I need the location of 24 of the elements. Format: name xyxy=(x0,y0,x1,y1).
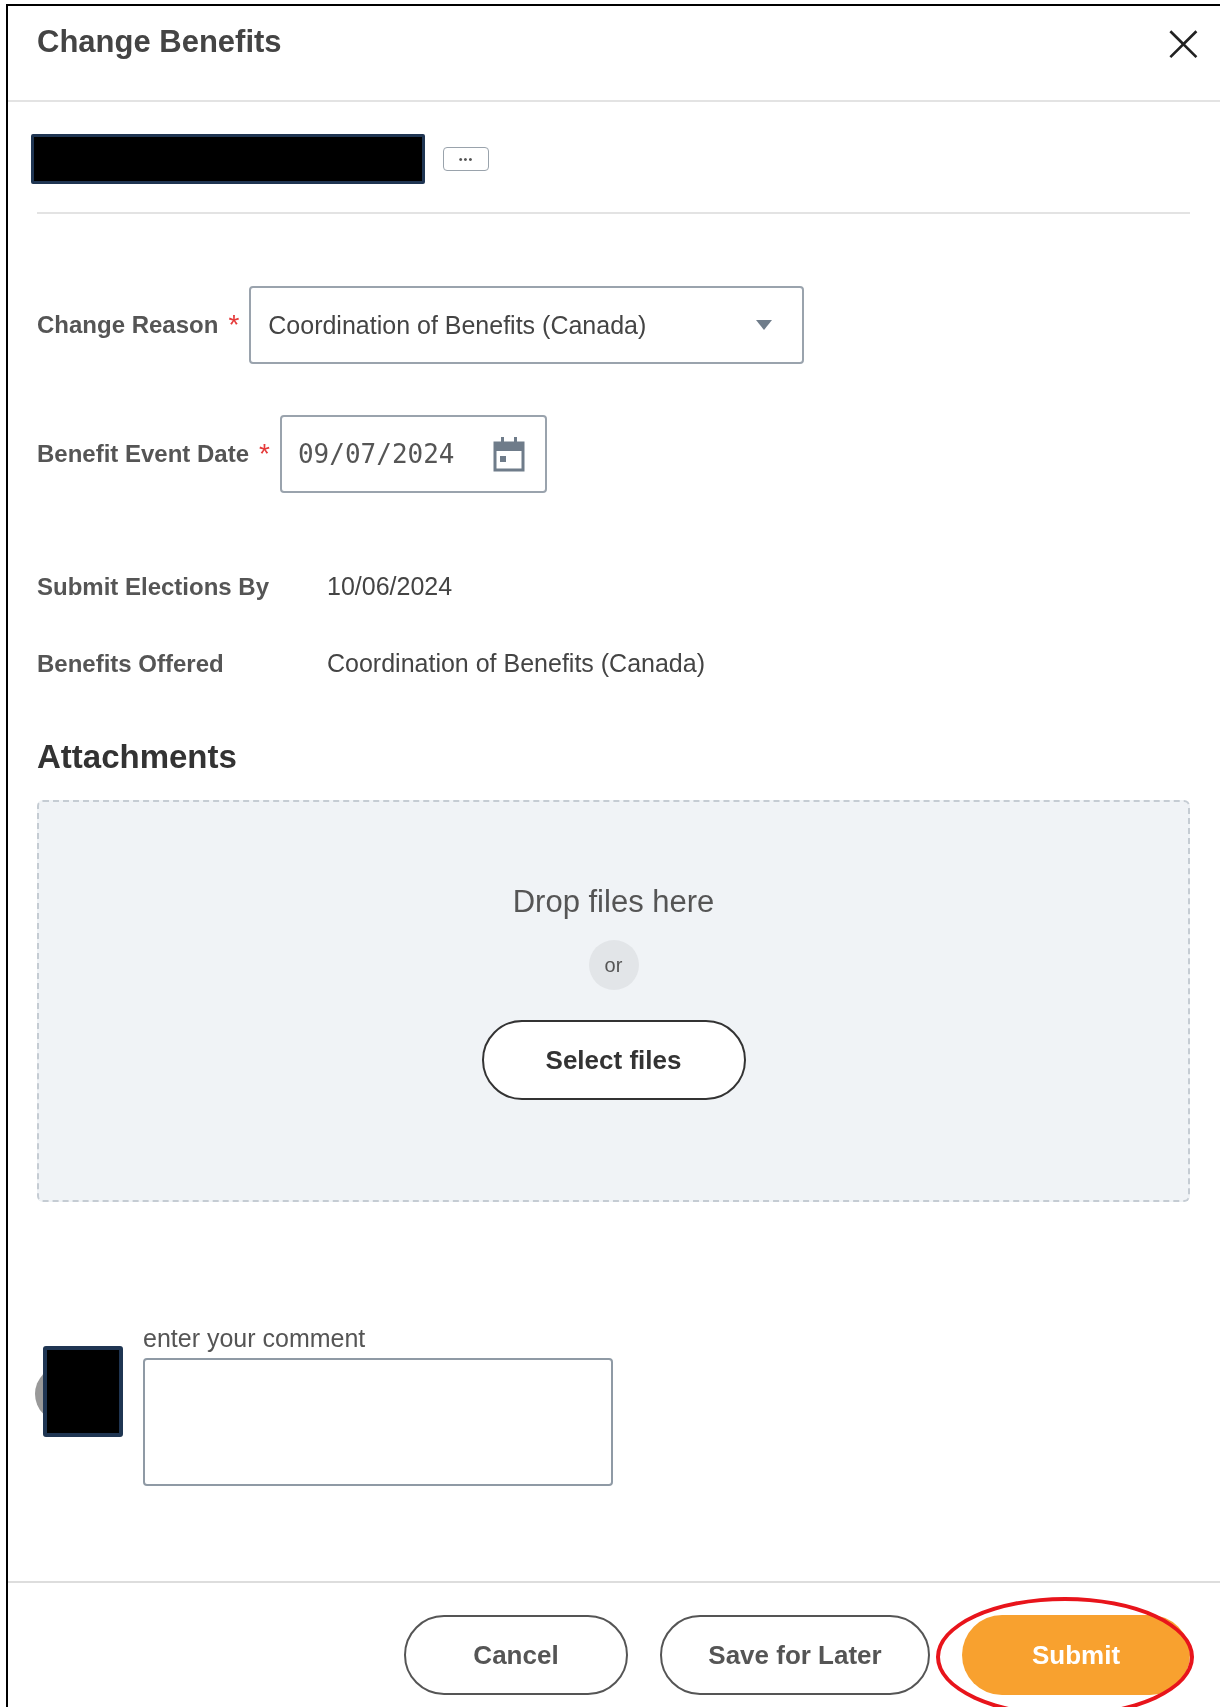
comment-label: enter your comment xyxy=(143,1324,367,1353)
field-label: Submit Elections By xyxy=(37,572,270,601)
action-button[interactable]: Save for Later xyxy=(660,1615,930,1695)
comment-field[interactable] xyxy=(143,1358,613,1486)
select-dropdown[interactable]: Coordination of Benefits (Canada) xyxy=(249,286,805,364)
field-label: Benefit Event Date xyxy=(37,440,250,468)
required-asterisk: * xyxy=(228,309,240,341)
section-heading: Attachments xyxy=(37,738,238,776)
dialog-title: Change Benefits xyxy=(37,24,282,60)
drop-zone[interactable]: Drop files here or Select files xyxy=(37,800,1190,1202)
field-value: 10/06/2024 xyxy=(327,572,453,601)
caret-icon xyxy=(756,320,773,330)
action-button[interactable]: Cancel xyxy=(404,1615,628,1695)
close-button[interactable]: × xyxy=(1160,16,1206,70)
field-value: Coordination of Benefits (Canada) xyxy=(327,649,705,678)
field-label: Change Reason xyxy=(37,311,219,339)
drop-hint: Drop files here xyxy=(512,884,715,920)
select-files-button[interactable]: Select files xyxy=(481,1020,746,1100)
calendar-icon xyxy=(492,436,525,472)
or-badge: or xyxy=(588,940,639,990)
field-label: Benefits Offered xyxy=(37,649,224,678)
more-button[interactable]: ••• xyxy=(443,147,489,171)
required-asterisk: * xyxy=(259,438,270,470)
date-field[interactable]: 09/07/2024 xyxy=(279,415,547,493)
